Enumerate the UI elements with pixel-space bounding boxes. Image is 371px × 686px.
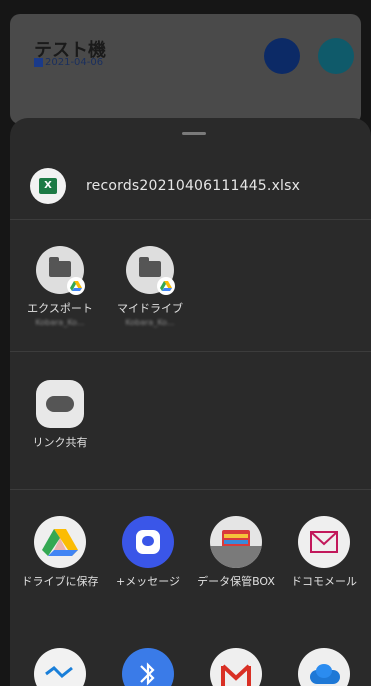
app-data-box[interactable]: データ保管BOX xyxy=(192,516,280,589)
bluetooth-icon xyxy=(122,648,174,686)
gmail-icon xyxy=(210,648,262,686)
bluetooth-icon xyxy=(264,38,300,74)
app-label: データ保管BOX xyxy=(197,575,275,588)
app-drive-save[interactable]: ドライブに保存 xyxy=(16,516,104,589)
folder-drive-icon xyxy=(126,246,175,295)
link-share-label: リンク共有 xyxy=(32,436,88,449)
app-bluetooth[interactable] xyxy=(104,648,192,686)
share-sheet: X records20210406111445.xlsx エクスポート Koba… xyxy=(10,118,371,686)
app-label: +メッセージ xyxy=(116,575,180,588)
calendar-icon xyxy=(34,58,43,67)
target-label: エクスポート xyxy=(27,302,93,315)
data-box-icon xyxy=(210,516,262,568)
app-label: ドライブに保存 xyxy=(21,575,99,588)
divider xyxy=(10,351,371,352)
app-label: ドコモメール xyxy=(291,575,357,588)
share-target-export[interactable]: エクスポート Kobara_Ko... xyxy=(20,246,100,327)
onedrive-icon xyxy=(298,648,350,686)
file-name: records20210406111445.xlsx xyxy=(86,178,301,194)
google-drive-icon xyxy=(34,516,86,568)
app-docomo-mail[interactable]: ドコモメール xyxy=(280,516,368,589)
docomo-mail-icon xyxy=(298,516,350,568)
background-app xyxy=(10,14,361,124)
folder-drive-icon xyxy=(36,246,85,295)
app-onedrive[interactable] xyxy=(280,648,368,686)
app-sync[interactable] xyxy=(16,648,104,686)
refresh-icon xyxy=(318,38,354,74)
link-share-button[interactable]: リンク共有 xyxy=(20,380,100,450)
shared-file-row: X records20210406111445.xlsx xyxy=(10,158,371,214)
background-app-date: 2021-04-06 xyxy=(34,57,103,68)
target-sublabel: Kobara_Ko... xyxy=(35,318,85,327)
share-target-my-drive[interactable]: マイドライブ Kobara_Ko... xyxy=(110,246,190,327)
divider xyxy=(10,219,371,220)
date-text: 2021-04-06 xyxy=(45,57,104,68)
drag-handle[interactable] xyxy=(182,132,206,135)
target-label: マイドライブ xyxy=(117,302,183,315)
app-gmail[interactable] xyxy=(192,648,280,686)
sync-icon xyxy=(34,648,86,686)
cloud-link-icon xyxy=(36,380,84,428)
target-sublabel: Kobara_Ko... xyxy=(125,318,175,327)
excel-icon: X xyxy=(30,168,66,204)
plus-message-icon xyxy=(122,516,174,568)
app-plus-message[interactable]: +メッセージ xyxy=(104,516,192,589)
divider xyxy=(10,489,371,490)
